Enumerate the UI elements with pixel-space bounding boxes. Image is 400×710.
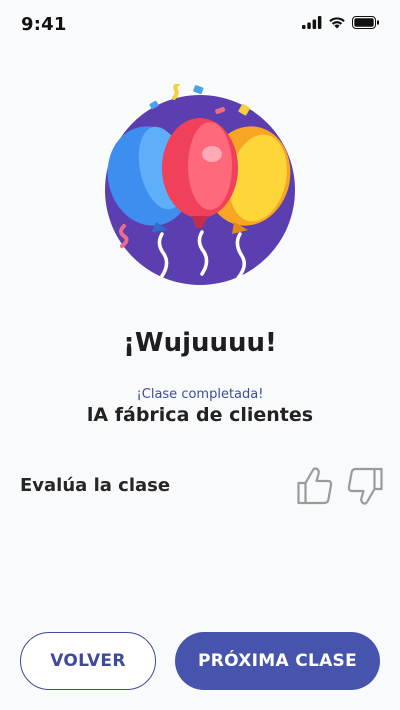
class-name: lA fábrica de clientes: [86, 404, 314, 426]
balloons-illustration: [105, 84, 295, 285]
battery-icon: [352, 16, 379, 29]
celebration-title: ¡Wujuuuu!: [123, 328, 277, 358]
rate-class-row: Evalúa la clase: [20, 466, 384, 506]
thumbs-up-icon[interactable]: [296, 466, 334, 506]
class-completed-subtitle: ¡Clase completada!: [136, 387, 264, 402]
thumbs-down-icon[interactable]: [346, 466, 384, 506]
status-bar: 9:41: [0, 0, 400, 50]
wifi-icon: [329, 17, 345, 29]
confetti-piece: [193, 85, 204, 95]
class-completed-screen: 9:41 ¡Wujuuuu! ¡Clase completada! lA fáb…: [0, 0, 400, 710]
confetti-piece: [172, 84, 180, 100]
rate-class-label: Evalúa la clase: [20, 475, 171, 496]
next-class-button[interactable]: PRÓXIMA CLASE: [175, 632, 380, 690]
status-icons: [302, 16, 380, 29]
back-button[interactable]: VOLVER: [20, 632, 156, 690]
signal-icon: [302, 16, 322, 29]
status-time: 9:41: [21, 14, 67, 35]
